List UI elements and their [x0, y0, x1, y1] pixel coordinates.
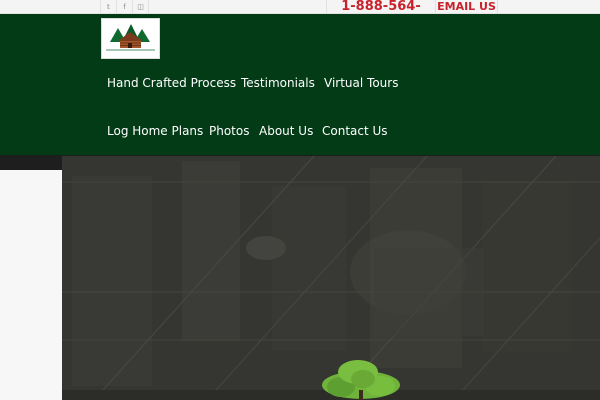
nav-testimonials[interactable]: Testimonials: [241, 75, 315, 91]
logo-mark-icon: [106, 24, 155, 51]
nav-about-us[interactable]: About Us: [259, 123, 313, 139]
facebook-icon[interactable]: f: [117, 0, 133, 14]
nav-virtual-tours[interactable]: Virtual Tours: [324, 75, 398, 91]
tree-icon: [322, 360, 400, 400]
site-logo[interactable]: [101, 18, 160, 59]
nav-hand-crafted-process[interactable]: Hand Crafted Process: [107, 75, 236, 91]
nav-photos[interactable]: Photos: [209, 123, 249, 139]
left-margin: [0, 170, 62, 400]
twitter-icon[interactable]: 𝕥: [101, 0, 117, 14]
instagram-icon[interactable]: ◫: [133, 0, 149, 14]
top-bar: 𝕥 f ◫ 1-888-564-2833 EMAIL US: [0, 0, 600, 28]
phone-link[interactable]: 1-888-564-2833: [326, 0, 436, 28]
social-links: 𝕥 f ◫: [100, 0, 149, 14]
site-header: Hand Crafted Process Testimonials Virtua…: [0, 14, 600, 156]
nav-log-home-plans[interactable]: Log Home Plans: [107, 123, 203, 139]
email-us-link[interactable]: EMAIL US: [436, 0, 498, 14]
nav-contact-us[interactable]: Contact Us: [322, 123, 388, 139]
